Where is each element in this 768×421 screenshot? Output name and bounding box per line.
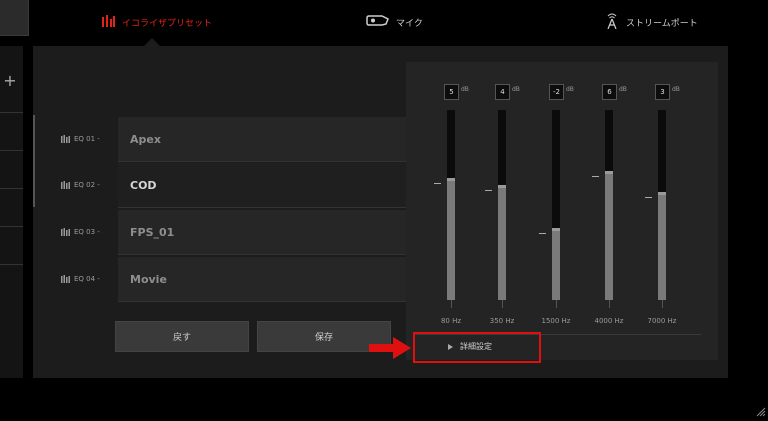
preset-code: EQ 04 - bbox=[61, 256, 100, 302]
row-divider bbox=[118, 301, 408, 302]
band-frequency-label: 4000 Hz bbox=[594, 317, 624, 325]
antenna-icon bbox=[604, 13, 620, 32]
band-level-mark bbox=[645, 197, 652, 198]
band-gain-unit: dB bbox=[512, 86, 520, 93]
band-level-mark bbox=[434, 183, 441, 184]
band-tick bbox=[451, 300, 452, 308]
preset-name-cell bbox=[118, 117, 408, 161]
preset-code: EQ 03 - bbox=[61, 209, 100, 255]
row-divider bbox=[118, 254, 408, 255]
band-gain-badge: 4 bbox=[495, 84, 510, 100]
preset-row-eq01[interactable]: EQ 01 - Apex bbox=[33, 116, 408, 162]
sidebar-divider bbox=[0, 112, 23, 113]
preset-name: Apex bbox=[130, 132, 161, 146]
sidebar-divider bbox=[0, 188, 23, 189]
preset-name: Movie bbox=[130, 272, 167, 286]
band-slider-handle[interactable] bbox=[447, 178, 455, 181]
preset-name-cell bbox=[118, 163, 408, 207]
add-preset-button[interactable]: + bbox=[3, 72, 17, 90]
band-slider-handle[interactable] bbox=[658, 192, 666, 195]
equalizer-icon bbox=[61, 275, 70, 283]
band-gain-badge: -2 bbox=[549, 84, 564, 100]
tab-label: ストリームポート bbox=[626, 18, 698, 29]
sidebar-divider bbox=[0, 226, 23, 227]
tab-stream-port[interactable]: ストリームポート bbox=[604, 12, 698, 32]
active-tab-pointer bbox=[144, 38, 160, 46]
band-frequency-label: 80 Hz bbox=[440, 317, 462, 325]
band-slider-handle[interactable] bbox=[498, 185, 506, 188]
preset-name: COD bbox=[130, 178, 157, 192]
preset-row-eq04[interactable]: EQ 04 - Movie bbox=[33, 256, 408, 302]
sidebar-divider bbox=[0, 264, 23, 265]
preset-code: EQ 02 - bbox=[61, 162, 100, 208]
tab-label: マイク bbox=[396, 18, 423, 29]
resize-grip-icon[interactable] bbox=[754, 402, 766, 417]
band-tick bbox=[609, 300, 610, 308]
tab-label: イコライザプリセット bbox=[122, 18, 213, 29]
preset-code: EQ 01 - bbox=[61, 116, 100, 162]
band-gain-unit: dB bbox=[461, 86, 469, 93]
band-gain-unit: dB bbox=[619, 86, 627, 93]
reset-button[interactable]: 戻す bbox=[115, 321, 249, 352]
band-tick bbox=[502, 300, 503, 308]
band-gain-badge: 5 bbox=[444, 84, 459, 100]
microphone-icon bbox=[366, 14, 390, 30]
band-gain-unit: dB bbox=[566, 86, 574, 93]
preset-row-eq03[interactable]: EQ 03 - FPS_01 bbox=[33, 209, 408, 255]
band-level-mark bbox=[592, 176, 599, 177]
band-slider-handle[interactable] bbox=[605, 171, 613, 174]
preset-name: FPS_01 bbox=[130, 225, 175, 239]
sidebar-divider bbox=[0, 150, 23, 151]
tab-equalizer-presets[interactable]: イコライザプリセット bbox=[102, 12, 212, 32]
annotation-highlight-box bbox=[413, 332, 541, 363]
band-level-mark bbox=[539, 233, 546, 234]
band-slider-handle[interactable] bbox=[552, 228, 560, 231]
row-divider bbox=[118, 207, 408, 208]
band-frequency-label: 1500 Hz bbox=[541, 317, 571, 325]
band-frequency-label: 7000 Hz bbox=[647, 317, 677, 325]
band-slider-fill bbox=[605, 172, 613, 300]
equalizer-icon bbox=[61, 228, 70, 236]
back-panel-tab[interactable] bbox=[0, 0, 29, 36]
band-slider-fill bbox=[447, 179, 455, 300]
band-tick bbox=[662, 300, 663, 308]
equalizer-icon bbox=[61, 181, 70, 189]
band-gain-unit: dB bbox=[672, 86, 680, 93]
band-slider-fill bbox=[658, 193, 666, 300]
preset-sidebar-strip bbox=[0, 46, 23, 378]
band-level-mark bbox=[485, 190, 492, 191]
equalizer-icon bbox=[102, 14, 116, 30]
annotation-arrow-icon bbox=[369, 337, 411, 363]
tab-microphone[interactable]: マイク bbox=[366, 12, 423, 32]
band-slider-fill bbox=[552, 229, 560, 300]
equalizer-icon bbox=[61, 135, 70, 143]
band-slider-fill bbox=[498, 186, 506, 300]
band-tick bbox=[556, 300, 557, 308]
preset-row-eq02[interactable]: EQ 02 - COD bbox=[33, 162, 408, 208]
band-frequency-label: 350 Hz bbox=[489, 317, 515, 325]
band-gain-badge: 3 bbox=[655, 84, 670, 100]
band-gain-badge: 6 bbox=[602, 84, 617, 100]
